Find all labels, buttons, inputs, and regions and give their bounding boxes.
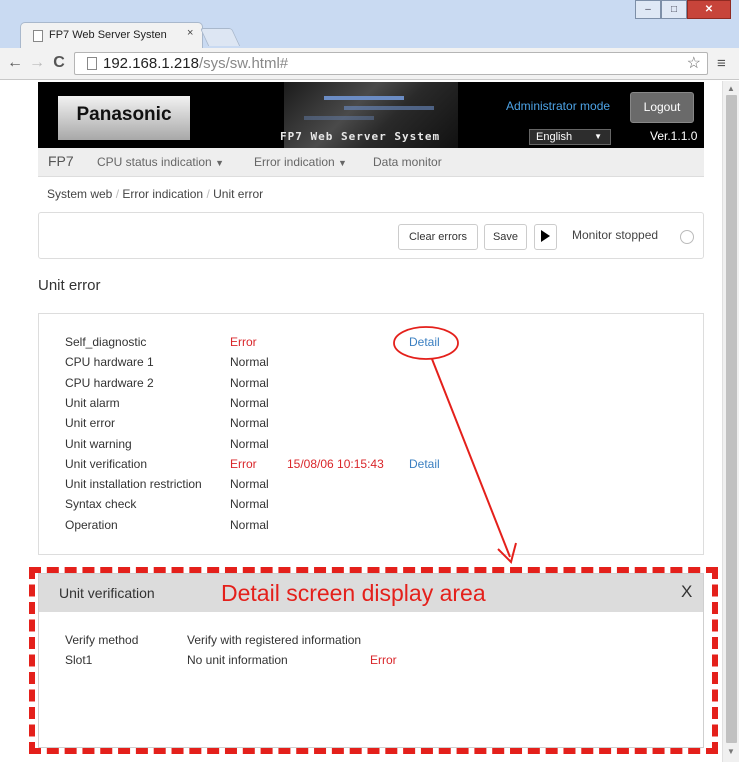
detail-close-button[interactable]: X: [681, 582, 692, 602]
url-host: 192.168.1.218: [103, 55, 199, 72]
system-title: FP7 Web Server System: [280, 130, 441, 143]
status-value: Normal: [230, 436, 269, 451]
annotation-label: Detail screen display area: [221, 580, 486, 606]
status-name: Unit warning: [65, 436, 132, 451]
browser-tab-strip: FP7 Web Server Systen × – □ ✕: [0, 0, 739, 48]
status-name: CPU hardware 1: [65, 355, 154, 370]
page-favicon-icon: [33, 30, 43, 42]
status-name: Operation: [65, 517, 118, 532]
status-name: Self_diagnostic: [65, 335, 147, 349]
back-arrow-icon[interactable]: ←: [6, 54, 24, 72]
nav-cpu-status-label: CPU status indication: [97, 155, 212, 169]
language-value: English: [536, 131, 573, 143]
tab-close-icon[interactable]: ×: [187, 27, 193, 39]
version-label: Ver.1.1.0: [650, 129, 698, 143]
status-value: Error: [230, 335, 257, 349]
scroll-up-icon[interactable]: ▲: [727, 84, 735, 93]
scroll-thumb[interactable]: [726, 95, 737, 743]
detail-cell: No unit information: [187, 653, 288, 667]
status-value: Normal: [230, 517, 269, 532]
status-name: Unit alarm: [65, 395, 120, 410]
status-value: Normal: [230, 416, 269, 431]
status-value: Error: [230, 456, 257, 471]
header-banner: Panasonic FP7 Web Server System Administ…: [38, 82, 704, 148]
breadcrumb-error-indication[interactable]: Error indication: [122, 187, 203, 201]
breadcrumb-unit-error: Unit error: [213, 187, 264, 201]
detail-link[interactable]: Detail: [409, 457, 440, 471]
status-name: Unit verification: [65, 456, 148, 471]
status-name: Syntax check: [65, 497, 137, 512]
breadcrumb: System web / Error indication / Unit err…: [47, 187, 263, 201]
url-path: /sys/sw.html#: [198, 55, 289, 72]
page-icon: [87, 57, 97, 70]
window-controls: – □ ✕: [635, 0, 731, 20]
address-bar[interactable]: 192.168.1.218/sys/sw.html# ☆: [74, 52, 708, 75]
detail-cell: Verify with registered information: [187, 633, 362, 647]
forward-arrow-icon[interactable]: →: [28, 54, 46, 72]
window-close-icon[interactable]: ✕: [687, 0, 731, 19]
unit-error-status-panel: Self_diagnostic Error Detail CPU hardware 1…: [38, 313, 704, 555]
nav-cpu-status[interactable]: CPU status indication ▼: [97, 155, 224, 169]
play-icon: [541, 230, 550, 243]
status-name: Unit installation restriction: [65, 477, 202, 492]
rack-stripe: [304, 116, 374, 120]
logout-button[interactable]: Logout: [630, 92, 694, 123]
monitor-status: Monitor stopped: [572, 228, 659, 242]
section-title: Unit error: [38, 277, 101, 294]
page-scrollbar[interactable]: ▲ ▼: [722, 81, 739, 762]
breadcrumb-separator: /: [115, 187, 120, 201]
detail-row: Slot1 No unit information Error: [65, 653, 397, 667]
status-value: Normal: [230, 395, 269, 410]
minimize-icon[interactable]: –: [635, 0, 661, 19]
status-value: Normal: [230, 355, 269, 370]
reload-icon[interactable]: C: [50, 54, 68, 72]
maximize-icon[interactable]: □: [661, 0, 687, 19]
save-button[interactable]: Save: [484, 224, 527, 250]
rack-stripe: [324, 96, 404, 100]
nav-error-indication-label: Error indication: [254, 155, 335, 169]
detail-error-cell: Error: [370, 653, 397, 667]
detail-row: Verify method Verify with registered inf…: [65, 633, 361, 647]
main-navbar: FP7 CPU status indication ▼ Error indica…: [38, 148, 704, 177]
status-value: Normal: [230, 375, 269, 390]
control-panel: Clear errors Save Monitor stopped: [38, 212, 704, 259]
logo-text: Panasonic: [76, 104, 172, 125]
caret-down-icon: ▼: [215, 158, 224, 168]
caret-down-icon: ▼: [338, 158, 347, 168]
browser-menu-icon[interactable]: ≡: [717, 55, 726, 72]
nav-brand[interactable]: FP7: [48, 153, 74, 169]
browser-toolbar: ← → C 192.168.1.218/sys/sw.html# ☆ ≡: [0, 48, 739, 80]
panasonic-logo: Panasonic: [58, 96, 190, 140]
status-name: Unit error: [65, 416, 116, 431]
browser-tab[interactable]: FP7 Web Server Systen ×: [20, 22, 203, 48]
detail-title: Unit verification: [59, 585, 155, 601]
new-tab-button[interactable]: [199, 28, 241, 46]
nav-data-monitor[interactable]: Data monitor: [373, 155, 442, 169]
rack-stripe: [344, 106, 434, 110]
monitor-indicator-icon: [680, 230, 694, 244]
play-button[interactable]: [534, 224, 557, 250]
tab-title: FP7 Web Server Systen: [49, 29, 167, 41]
admin-mode-link[interactable]: Administrator mode: [506, 99, 610, 113]
language-select[interactable]: English ▼: [529, 129, 611, 145]
chevron-down-icon: ▼: [594, 132, 602, 141]
detail-cell: Verify method: [65, 633, 139, 647]
nav-error-indication[interactable]: Error indication ▼: [254, 155, 347, 169]
status-name: CPU hardware 2: [65, 375, 154, 390]
status-value: Normal: [230, 477, 269, 492]
url-text: 192.168.1.218/sys/sw.html#: [103, 55, 288, 72]
status-timestamp: 15/08/06 10:15:43: [287, 456, 384, 471]
bookmark-star-icon[interactable]: ☆: [687, 53, 701, 73]
breadcrumb-separator: /: [206, 187, 210, 201]
status-value: Normal: [230, 497, 269, 512]
breadcrumb-system-web[interactable]: System web: [47, 187, 112, 201]
clear-errors-button[interactable]: Clear errors: [398, 224, 478, 250]
detail-link[interactable]: Detail: [409, 335, 440, 349]
scroll-down-icon[interactable]: ▼: [727, 747, 735, 756]
detail-cell: Slot1: [65, 653, 93, 667]
